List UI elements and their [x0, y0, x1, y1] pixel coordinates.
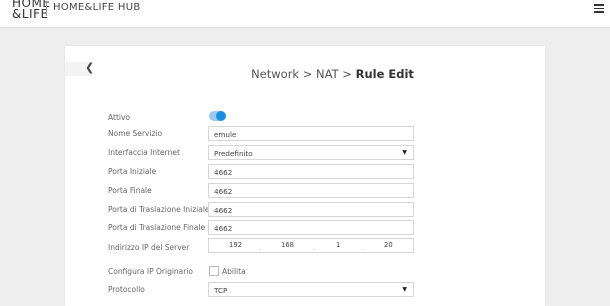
server-ip-row: Indirizzo IP del Server 192 . 168 . 1 . … [108, 238, 528, 254]
dropdown-arrow-icon: ▼ [402, 149, 407, 156]
start-port-input[interactable]: 4662 [208, 164, 414, 179]
protocol-select[interactable]: TCP ▼ [208, 282, 414, 297]
active-row: Attivo [108, 110, 528, 126]
service-name-input[interactable]: emule [208, 126, 414, 141]
original-ip-checkbox-label: Abilita [222, 267, 246, 276]
translation-start-port-input[interactable]: 4662 [208, 202, 414, 217]
ip-octet-3[interactable]: 1 [336, 241, 340, 249]
translation-start-port-label: Porta di Traslazione Iniziale [108, 205, 210, 214]
start-port-label: Porta Iniziale [108, 167, 157, 176]
toggle-knob [216, 111, 226, 121]
hamburger-icon[interactable] [594, 4, 604, 13]
service-name-row: Nome Servizio emule [108, 126, 528, 142]
top-bar: HOME &LIFE HOME&LIFE HUB [0, 0, 610, 28]
service-name-label: Nome Servizio [108, 129, 163, 138]
original-ip-checkbox[interactable] [209, 266, 219, 276]
rule-edit-card: ❮ Network > NAT > Rule Edit Attivo Nome … [65, 46, 545, 306]
ip-octet-4[interactable]: 20 [384, 241, 393, 249]
logo-divider [46, 2, 47, 16]
hub-title: HOME&LIFE HUB [53, 2, 141, 13]
server-ip-input[interactable]: 192 . 168 . 1 . 20 [208, 238, 414, 253]
original-ip-label: Configura IP Originario [108, 267, 194, 276]
ip-octet-2[interactable]: 168 [281, 241, 294, 249]
protocol-row: Protocollo TCP ▼ [108, 282, 528, 298]
translation-end-port-label: Porta di Traslazione Finale [108, 223, 206, 232]
active-label: Attivo [108, 113, 130, 122]
translation-start-port-row: Porta di Traslazione Iniziale 4662 [108, 202, 528, 218]
breadcrumb-current: Rule Edit [355, 67, 414, 81]
translation-end-port-input[interactable]: 4662 [208, 220, 414, 235]
ip-dot: . [313, 245, 315, 252]
end-port-label: Porta Finale [108, 186, 152, 195]
original-ip-row: Configura IP Originario Abilita [108, 264, 528, 280]
ip-dot: . [362, 245, 364, 252]
server-ip-label: Indirizzo IP del Server [108, 243, 190, 252]
translation-end-port-row: Porta di Traslazione Finale 4662 [108, 220, 528, 236]
end-port-input[interactable]: 4662 [208, 183, 414, 198]
protocol-label: Protocollo [108, 285, 145, 294]
internet-interface-row: Interfaccia Internet Predefinito ▼ [108, 145, 528, 161]
start-port-row: Porta Iniziale 4662 [108, 164, 528, 180]
internet-interface-label: Interfaccia Internet [108, 148, 180, 157]
internet-interface-select[interactable]: Predefinito ▼ [208, 145, 414, 160]
ip-octet-1[interactable]: 192 [229, 241, 242, 249]
logo: HOME &LIFE [12, 0, 51, 21]
active-toggle[interactable] [209, 111, 226, 121]
ip-dot: . [259, 245, 261, 252]
breadcrumb: Network > NAT > Rule Edit [251, 67, 414, 81]
end-port-row: Porta Finale 4662 [108, 183, 528, 199]
